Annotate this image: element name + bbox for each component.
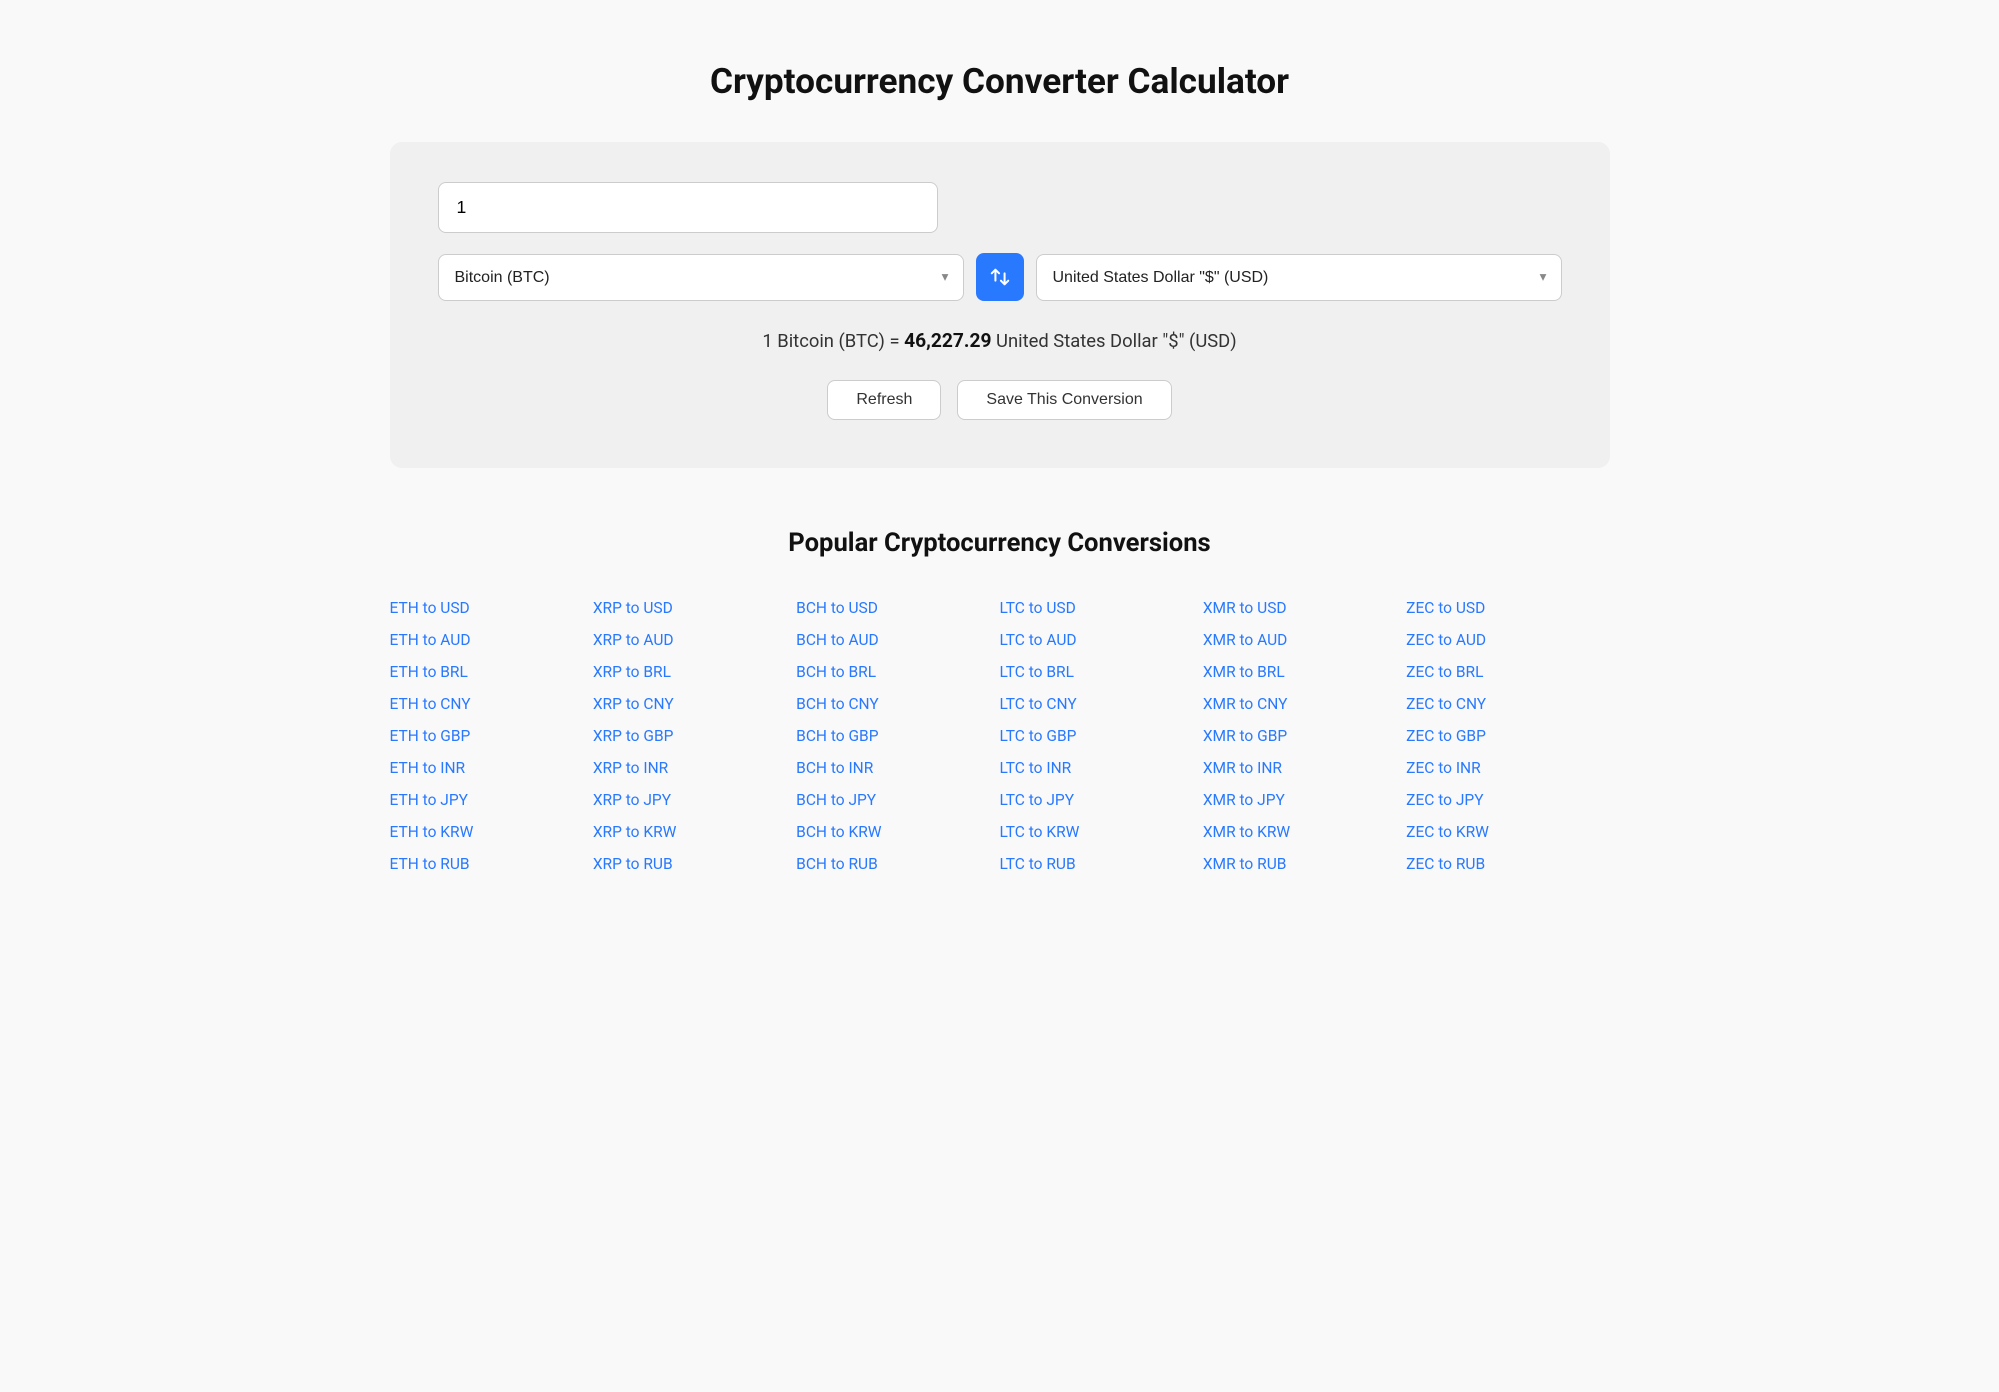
conversion-link[interactable]: XRP to INR xyxy=(593,754,796,782)
conversion-column-0: ETH to USD ETH to AUD ETH to BRL ETH to CNY… xyxy=(390,594,593,878)
page-title: Cryptocurrency Converter Calculator xyxy=(390,60,1610,102)
conversion-link[interactable]: LTC to CNY xyxy=(999,690,1202,718)
amount-input[interactable] xyxy=(438,182,938,233)
conversion-link[interactable]: XRP to USD xyxy=(593,594,796,622)
swap-icon xyxy=(989,266,1011,288)
save-conversion-button[interactable]: Save This Conversion xyxy=(957,380,1171,420)
conversion-link[interactable]: XMR to RUB xyxy=(1203,850,1406,878)
conversion-link[interactable]: ETH to KRW xyxy=(390,818,593,846)
popular-section: Popular Cryptocurrency Conversions ETH t… xyxy=(390,528,1610,878)
conversion-column-2: BCH to USD BCH to AUD BCH to BRL BCH to CNY… xyxy=(796,594,999,878)
conversion-link[interactable]: BCH to CNY xyxy=(796,690,999,718)
conversion-link[interactable]: ETH to INR xyxy=(390,754,593,782)
conversion-link[interactable]: BCH to INR xyxy=(796,754,999,782)
conversion-link[interactable]: BCH to RUB xyxy=(796,850,999,878)
conversion-link[interactable]: BCH to BRL xyxy=(796,658,999,686)
conversion-link[interactable]: ZEC to KRW xyxy=(1406,818,1609,846)
conversion-link[interactable]: XMR to INR xyxy=(1203,754,1406,782)
conversion-link[interactable]: ETH to CNY xyxy=(390,690,593,718)
conversion-link[interactable]: XMR to BRL xyxy=(1203,658,1406,686)
conversion-link[interactable]: LTC to BRL xyxy=(999,658,1202,686)
conversion-link[interactable]: BCH to JPY xyxy=(796,786,999,814)
conversion-link[interactable]: BCH to USD xyxy=(796,594,999,622)
conversion-link[interactable]: ZEC to CNY xyxy=(1406,690,1609,718)
popular-title: Popular Cryptocurrency Conversions xyxy=(390,528,1610,558)
conversion-link[interactable]: LTC to KRW xyxy=(999,818,1202,846)
conversion-link[interactable]: BCH to GBP xyxy=(796,722,999,750)
conversion-link[interactable]: ETH to GBP xyxy=(390,722,593,750)
conversion-link[interactable]: ZEC to BRL xyxy=(1406,658,1609,686)
conversion-link[interactable]: XRP to CNY xyxy=(593,690,796,718)
conversion-link[interactable]: ZEC to GBP xyxy=(1406,722,1609,750)
conversion-link[interactable]: XMR to KRW xyxy=(1203,818,1406,846)
conversion-column-1: XRP to USD XRP to AUD XRP to BRL XRP to CNY… xyxy=(593,594,796,878)
conversion-link[interactable]: LTC to GBP xyxy=(999,722,1202,750)
result-row: 1 Bitcoin (BTC) = 46,227.29 United State… xyxy=(438,329,1562,352)
result-from-text: 1 Bitcoin (BTC) xyxy=(762,331,885,352)
conversion-link[interactable]: BCH to AUD xyxy=(796,626,999,654)
conversion-link[interactable]: XMR to AUD xyxy=(1203,626,1406,654)
conversion-link[interactable]: XRP to JPY xyxy=(593,786,796,814)
conversion-link[interactable]: XRP to KRW xyxy=(593,818,796,846)
refresh-button[interactable]: Refresh xyxy=(827,380,941,420)
conversion-link[interactable]: XRP to RUB xyxy=(593,850,796,878)
conversion-link[interactable]: ETH to AUD xyxy=(390,626,593,654)
conversion-column-4: XMR to USD XMR to AUD XMR to BRL XMR to CNY… xyxy=(1203,594,1406,878)
actions-row: Refresh Save This Conversion xyxy=(438,380,1562,420)
conversion-link[interactable]: XRP to GBP xyxy=(593,722,796,750)
conversion-link[interactable]: XMR to JPY xyxy=(1203,786,1406,814)
from-currency-select[interactable]: Bitcoin (BTC) Ethereum (ETH) Ripple (XRP… xyxy=(439,255,963,300)
conversion-link[interactable]: XMR to CNY xyxy=(1203,690,1406,718)
to-currency-select[interactable]: United States Dollar "$" (USD) Euro (EUR… xyxy=(1037,255,1561,300)
converter-card: Bitcoin (BTC) Ethereum (ETH) Ripple (XRP… xyxy=(390,142,1610,468)
result-value: 46,227.29 xyxy=(904,329,991,352)
selectors-row: Bitcoin (BTC) Ethereum (ETH) Ripple (XRP… xyxy=(438,253,1562,301)
swap-button[interactable] xyxy=(976,253,1024,301)
conversion-link[interactable]: ZEC to JPY xyxy=(1406,786,1609,814)
conversion-column-3: LTC to USD LTC to AUD LTC to BRL LTC to CNY… xyxy=(999,594,1202,878)
conversion-link[interactable]: BCH to KRW xyxy=(796,818,999,846)
result-equals: = xyxy=(889,331,904,352)
conversion-link[interactable]: ZEC to RUB xyxy=(1406,850,1609,878)
conversion-link[interactable]: LTC to JPY xyxy=(999,786,1202,814)
conversions-grid: ETH to USD ETH to AUD ETH to BRL ETH to CNY… xyxy=(390,594,1610,878)
conversion-column-5: ZEC to USD ZEC to AUD ZEC to BRL ZEC to CNY… xyxy=(1406,594,1609,878)
from-currency-wrapper: Bitcoin (BTC) Ethereum (ETH) Ripple (XRP… xyxy=(438,254,964,301)
conversion-link[interactable]: ZEC to INR xyxy=(1406,754,1609,782)
conversion-link[interactable]: LTC to AUD xyxy=(999,626,1202,654)
conversion-link[interactable]: ETH to BRL xyxy=(390,658,593,686)
conversion-link[interactable]: ZEC to USD xyxy=(1406,594,1609,622)
conversion-link[interactable]: XMR to USD xyxy=(1203,594,1406,622)
conversion-link[interactable]: LTC to INR xyxy=(999,754,1202,782)
conversion-link[interactable]: ETH to RUB xyxy=(390,850,593,878)
to-currency-wrapper: United States Dollar "$" (USD) Euro (EUR… xyxy=(1036,254,1562,301)
conversion-link[interactable]: ZEC to AUD xyxy=(1406,626,1609,654)
result-to-text: United States Dollar "$" (USD) xyxy=(996,331,1237,352)
conversion-link[interactable]: XMR to GBP xyxy=(1203,722,1406,750)
conversion-link[interactable]: ETH to USD xyxy=(390,594,593,622)
conversion-link[interactable]: LTC to RUB xyxy=(999,850,1202,878)
conversion-link[interactable]: ETH to JPY xyxy=(390,786,593,814)
conversion-link[interactable]: XRP to AUD xyxy=(593,626,796,654)
conversion-link[interactable]: LTC to USD xyxy=(999,594,1202,622)
conversion-link[interactable]: XRP to BRL xyxy=(593,658,796,686)
